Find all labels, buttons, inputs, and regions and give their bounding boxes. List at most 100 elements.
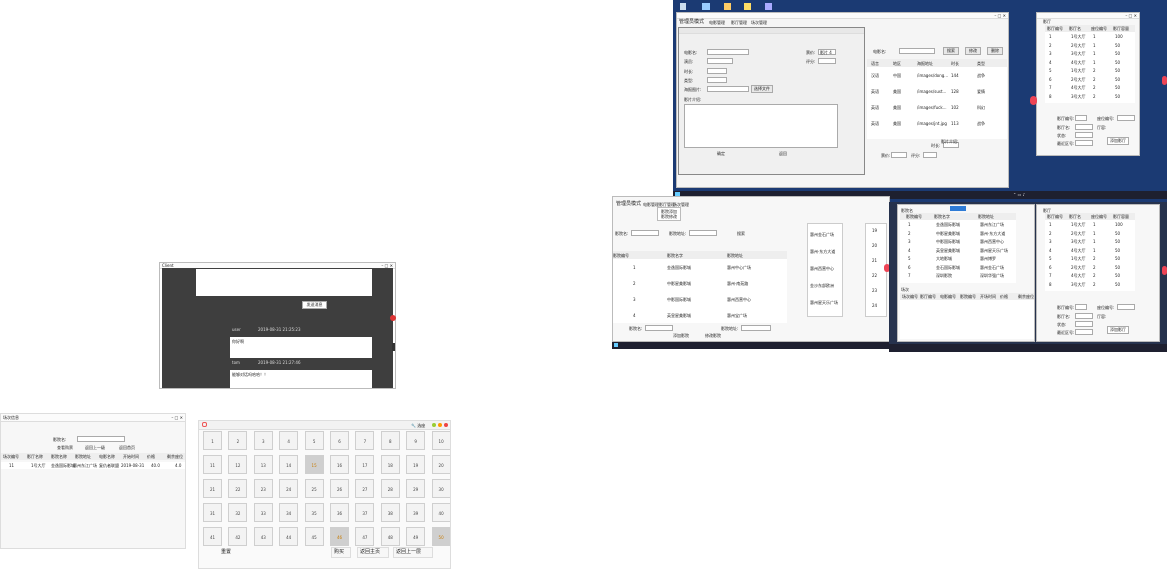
type-input[interactable]: [707, 77, 727, 83]
seat-50[interactable]: 50: [431, 527, 450, 546]
status-input[interactable]: [1075, 132, 1093, 138]
seat-16[interactable]: 16: [330, 455, 349, 474]
table-row[interactable]: 3 3号大厅 1 50: [1045, 50, 1135, 58]
app-icon[interactable]: [724, 3, 731, 10]
seat-6[interactable]: 6: [330, 431, 349, 450]
table-row[interactable]: 5 1号大厅 2 50: [1045, 67, 1135, 75]
add-hall-button[interactable]: 添加影厅: [1107, 326, 1129, 334]
cinema-name-input[interactable]: [631, 230, 659, 236]
table-row[interactable]: 8 3号大厅 2 50: [1045, 281, 1135, 289]
seat-37[interactable]: 37: [355, 503, 375, 522]
window-controls-icon[interactable]: – □ ✕: [171, 415, 183, 420]
region-input[interactable]: [1075, 329, 1093, 335]
seat-10[interactable]: 10: [431, 431, 450, 450]
table-row[interactable]: 7 深圳影院 深圳华强广场: [900, 272, 1016, 280]
list-item[interactable]: 19: [872, 228, 877, 233]
table-row[interactable]: 8 3号大厅 2 50: [1045, 93, 1135, 101]
table-row[interactable]: 5 1号大厅 2 50: [1045, 255, 1135, 263]
view-tickets-link[interactable]: 查看购票: [57, 445, 73, 450]
actor-input[interactable]: [707, 58, 733, 64]
seat-3[interactable]: 3: [253, 431, 273, 450]
seat-31[interactable]: 31: [203, 503, 222, 522]
home-link[interactable]: 返回首页: [119, 445, 135, 450]
seat-44[interactable]: 44: [279, 527, 299, 546]
list-item[interactable]: 惠州金石广场: [810, 232, 834, 237]
seat-32[interactable]: 32: [228, 503, 248, 522]
table-row[interactable]: 3 中影国际影城 惠州西营中心: [613, 295, 787, 305]
seat-24[interactable]: 24: [279, 479, 299, 498]
list-item[interactable]: 惠州西营中心: [810, 266, 834, 271]
price-input[interactable]: [891, 152, 907, 158]
menu-movie[interactable]: 电影管理: [709, 20, 725, 25]
seat-28[interactable]: 28: [380, 479, 400, 498]
seat-21[interactable]: 21: [203, 479, 222, 498]
seat-43[interactable]: 43: [253, 527, 273, 546]
start-icon[interactable]: [614, 343, 618, 347]
ok-button[interactable]: 确定: [711, 151, 731, 159]
table-row[interactable]: 7 4号大厅 2 50: [1045, 272, 1135, 280]
window-controls-icon[interactable]: – □ ✕: [1125, 13, 1137, 18]
seat-45[interactable]: 45: [304, 527, 324, 546]
seat-11[interactable]: 11: [203, 455, 222, 474]
app-icon[interactable]: [702, 3, 710, 10]
table-row[interactable]: 6 2号大厅 2 50: [1045, 76, 1135, 84]
seat-4[interactable]: 4: [279, 431, 299, 450]
list-item[interactable]: 惠州·东方大道: [810, 249, 835, 254]
seat-25[interactable]: 25: [304, 479, 324, 498]
seat-36[interactable]: 36: [330, 503, 349, 522]
list-item[interactable]: 22: [872, 273, 877, 278]
seat-30[interactable]: 30: [431, 479, 450, 498]
table-row[interactable]: 1 1号大厅 1 100: [1045, 221, 1135, 229]
table-row[interactable]: 4 英皇星美影城 惠州宝广场: [613, 311, 787, 321]
table-row[interactable]: 4 4号大厅 1 50: [1045, 247, 1135, 255]
search-button[interactable]: 搜索: [943, 47, 959, 55]
seat-48[interactable]: 48: [380, 527, 400, 546]
minimize-icon[interactable]: [432, 423, 436, 427]
seat-20[interactable]: 20: [431, 455, 450, 474]
table-row[interactable]: [900, 317, 1034, 324]
table-row[interactable]: 6 2号大厅 2 50: [1045, 264, 1135, 272]
seat-23[interactable]: 23: [253, 479, 273, 498]
cinema-name-input[interactable]: [645, 325, 673, 331]
seat-38[interactable]: 38: [380, 503, 400, 522]
back-link[interactable]: 返回上一级: [85, 445, 105, 450]
table-row[interactable]: 英语 美国/images/sust... 128 爱情: [867, 87, 1007, 97]
folder-icon[interactable]: [744, 3, 751, 10]
table-row[interactable]: 汉语 中国/images/dong... 144 战争: [867, 71, 1007, 81]
menu-item[interactable]: 影院修改: [661, 214, 677, 219]
table-row[interactable]: 7 4号大厅 2 50: [1045, 84, 1135, 92]
table-row[interactable]: 英语 美国/images/fuck... 102 科幻: [867, 103, 1007, 113]
table-row[interactable]: [900, 309, 1034, 316]
seat-12[interactable]: 12: [228, 455, 248, 474]
scrollbar[interactable]: [392, 343, 395, 351]
close-icon[interactable]: [444, 423, 448, 427]
table-row[interactable]: 2 2号大厅 1 50: [1045, 42, 1135, 50]
intro-textarea[interactable]: [684, 104, 838, 148]
seat-42[interactable]: 42: [228, 527, 248, 546]
back-button[interactable]: 返回: [773, 151, 793, 159]
seat-2[interactable]: 2: [228, 431, 248, 450]
reset-button[interactable]: 重置: [221, 549, 231, 555]
table-row[interactable]: 4 英皇星美影城 惠州星天乐广场: [900, 247, 1016, 255]
seat-17[interactable]: 17: [355, 455, 375, 474]
seat-22[interactable]: 22: [228, 479, 248, 498]
modify-cinema-button[interactable]: 修改影院: [705, 333, 721, 338]
seat-8[interactable]: 8: [380, 431, 400, 450]
table-row[interactable]: 11 1号大厅 金逸国际影城 惠州东江广场 复仇者联盟 2019-08-31 4…: [1, 462, 185, 469]
choose-file-button[interactable]: 选择文件: [751, 85, 773, 93]
send-message-button[interactable]: 发送消息: [302, 301, 327, 309]
chat-input-area[interactable]: [196, 269, 372, 296]
price-select[interactable]: 影片 4: [818, 49, 836, 55]
status-input[interactable]: [1075, 321, 1093, 327]
seat-35[interactable]: 35: [304, 503, 324, 522]
duration-input[interactable]: [707, 68, 727, 74]
hall-name-input[interactable]: [1075, 313, 1093, 319]
add-cinema-button[interactable]: 添加影院: [673, 333, 689, 338]
seat-26[interactable]: 26: [330, 479, 349, 498]
cinema-address-input[interactable]: [741, 325, 771, 331]
region-input[interactable]: [1075, 140, 1093, 146]
seat-id-input[interactable]: [1117, 304, 1135, 310]
recycle-bin-icon[interactable]: [680, 3, 686, 10]
seat-29[interactable]: 29: [406, 479, 426, 498]
add-hall-button[interactable]: 添加影厅: [1107, 137, 1129, 145]
